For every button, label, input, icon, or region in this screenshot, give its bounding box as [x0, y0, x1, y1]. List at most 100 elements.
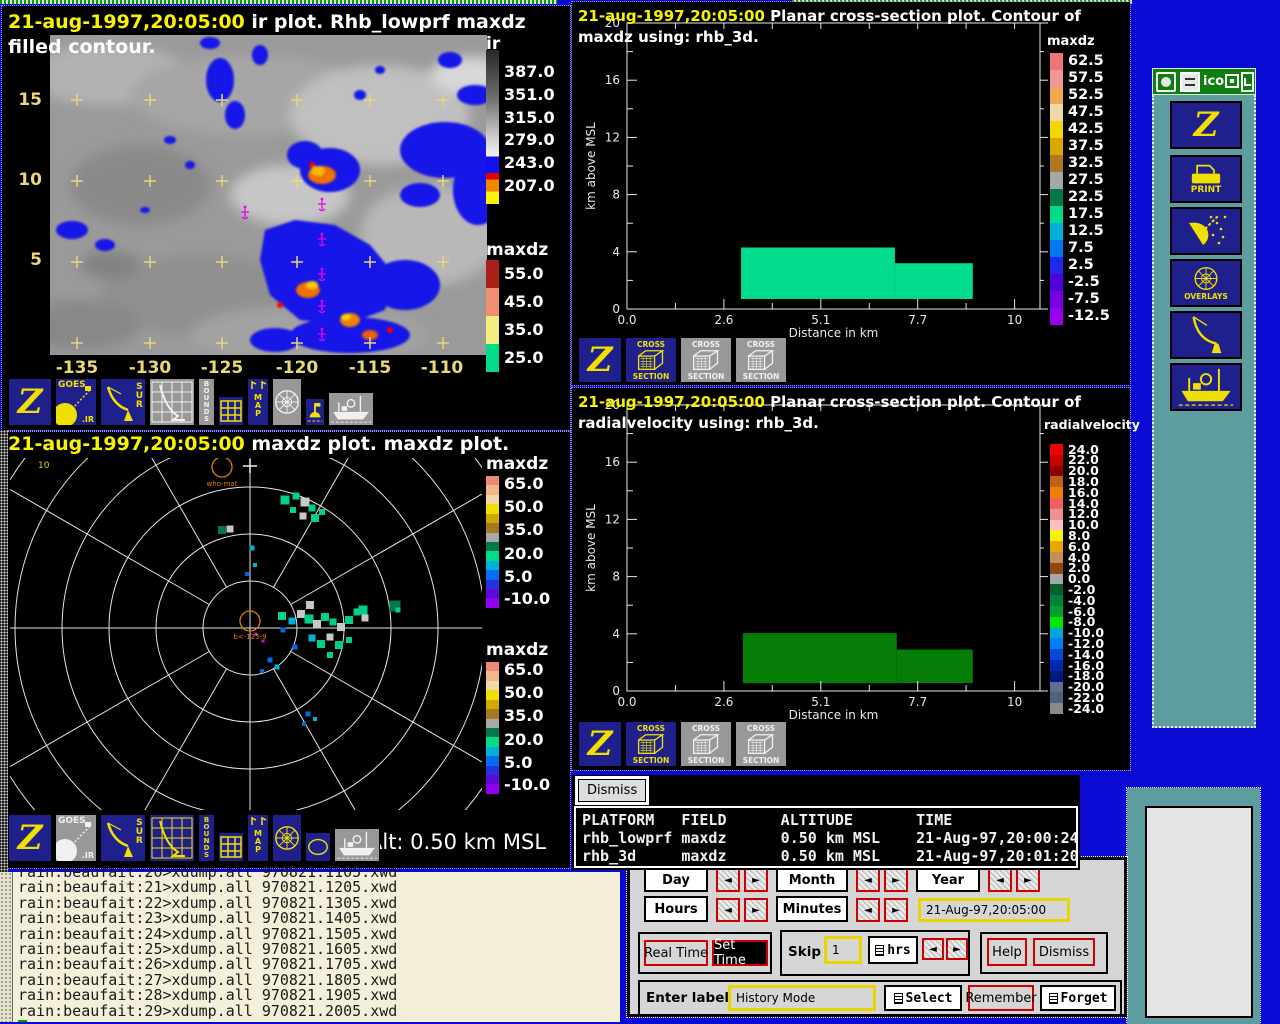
- remember-button[interactable]: Remember: [968, 985, 1034, 1011]
- grid-radar-icon[interactable]: [149, 814, 195, 862]
- latitude-label: 10: [10, 170, 42, 190]
- cross-section-icon[interactable]: CROSSSECTION: [680, 337, 732, 383]
- day-right-arrow-button[interactable]: [744, 868, 768, 892]
- time-input-field[interactable]: 21-Aug-97,20:05:00: [918, 898, 1070, 922]
- year-button[interactable]: Year: [916, 868, 980, 892]
- hours-right-arrow-button[interactable]: [744, 898, 768, 922]
- label-input-field[interactable]: History Mode: [728, 985, 876, 1011]
- menu-icon: [875, 945, 884, 956]
- cross-section-icon[interactable]: CROSSSECTION: [680, 721, 732, 767]
- xsec2-title-time: 21-aug-1997,20:05:00: [578, 393, 765, 411]
- iconify-button[interactable]: [1180, 72, 1200, 92]
- xsec2-title: 21-aug-1997,20:05:00 Planar cross-sectio…: [578, 392, 1081, 413]
- corner-window: [1127, 788, 1260, 1024]
- goes-ir-icon[interactable]: GOES.IR: [55, 378, 97, 426]
- svg-text:0.0: 0.0: [617, 695, 636, 709]
- svg-text:4: 4: [612, 245, 620, 259]
- maxdz-title-main: maxdz plot. maxdz plot.: [245, 433, 509, 455]
- ship-icon[interactable]: [334, 828, 380, 862]
- window-resize-border[interactable]: [0, 430, 8, 872]
- svg-text:Distance in km: Distance in km: [789, 326, 879, 340]
- circle-icon: [1161, 77, 1171, 87]
- cross-section-icon[interactable]: CROSSSECTION: [735, 337, 787, 383]
- month-left-arrow-button[interactable]: [856, 868, 880, 892]
- skip-units-button[interactable]: hrs: [868, 936, 918, 964]
- terminal-scrollbar[interactable]: [0, 872, 13, 1022]
- svg-text:16: 16: [605, 73, 620, 87]
- year-right-arrow-button[interactable]: [1016, 868, 1040, 892]
- zeb-logo-icon[interactable]: Z: [578, 337, 622, 383]
- zeb-logo-icon[interactable]: Z: [8, 378, 52, 426]
- cross-section-icon[interactable]: CROSSSECTION: [625, 337, 677, 383]
- goes-ir-icon[interactable]: GOES.IR: [55, 814, 97, 862]
- print-icon[interactable]: PRINT: [1170, 155, 1242, 203]
- buoy-icon[interactable]: [305, 398, 325, 426]
- select-label: Select: [906, 991, 953, 1006]
- minutes-right-arrow-button[interactable]: [884, 898, 908, 922]
- month-right-arrow-button[interactable]: [884, 868, 908, 892]
- real-time-button[interactable]: Real Time: [644, 940, 708, 966]
- radar-ppi-display: who-matb<-125-910: [10, 458, 482, 810]
- minutes-button[interactable]: Minutes: [776, 896, 848, 922]
- contour-region: [741, 248, 895, 300]
- radar-sur-icon[interactable]: SUR: [100, 814, 146, 862]
- select-button[interactable]: Select: [884, 985, 962, 1011]
- zoom-button[interactable]: [1241, 72, 1254, 92]
- set-time-button[interactable]: Set Time: [712, 940, 768, 966]
- longitude-label: -135: [49, 358, 105, 378]
- longitude-label: -130: [122, 358, 178, 378]
- cross-section-icon[interactable]: CROSSSECTION: [735, 721, 787, 767]
- zeb-logo-icon[interactable]: Z: [1170, 101, 1242, 149]
- dismiss-button[interactable]: Dismiss: [578, 779, 646, 802]
- maxdz-window-title: 21-aug-1997,20:05:00 maxdz plot. maxdz p…: [8, 432, 509, 456]
- compass-icon[interactable]: [272, 814, 302, 862]
- time-control-dialog: Day Month Year Hours Minutes 21-Aug-97,2…: [627, 857, 1127, 1017]
- maxdz-title-time: 21-aug-1997,20:05:00: [8, 433, 245, 455]
- satellite-image: [50, 35, 487, 355]
- grid-radar-icon[interactable]: [149, 378, 195, 426]
- hours-button[interactable]: Hours: [644, 896, 708, 922]
- minutes-left-arrow-button[interactable]: [856, 898, 880, 922]
- radar-sur-icon[interactable]: SUR: [100, 378, 146, 426]
- xsec2-title-line2: radialvelocity using: rhb_3d.: [578, 414, 819, 432]
- grid-small-icon[interactable]: [218, 396, 244, 426]
- ir-toolbar: ZGOES.IRSUR BOUNDS MAP: [8, 376, 374, 426]
- enter-label-text: Enter label:: [646, 990, 734, 1006]
- radar-dish-icon[interactable]: [1170, 311, 1242, 359]
- map-icon[interactable]: MAP: [247, 378, 269, 426]
- spray-icon[interactable]: [1170, 207, 1242, 255]
- skip-input-field[interactable]: 1: [824, 936, 862, 964]
- month-button[interactable]: Month: [776, 868, 848, 892]
- circle-icon[interactable]: [305, 832, 331, 862]
- forget-button[interactable]: Forget: [1040, 985, 1116, 1011]
- compass-icon[interactable]: [272, 378, 302, 426]
- grid-small-icon[interactable]: [218, 832, 244, 862]
- day-button[interactable]: Day: [644, 868, 708, 892]
- skip-right-arrow-button[interactable]: [946, 938, 968, 960]
- skip-left-arrow-button[interactable]: [922, 938, 944, 960]
- resize-button[interactable]: [1225, 74, 1239, 88]
- year-left-arrow-button[interactable]: [988, 868, 1012, 892]
- window-menu-button[interactable]: [1156, 72, 1176, 92]
- xsec2-toolbar: ZCROSSSECTIONCROSSSECTIONCROSSSECTION: [578, 720, 787, 767]
- help-button[interactable]: Help: [987, 938, 1027, 966]
- zeb-logo-icon[interactable]: Z: [578, 721, 622, 767]
- hours-left-arrow-button[interactable]: [716, 898, 740, 922]
- zeb-logo-icon[interactable]: Z: [8, 814, 52, 862]
- svg-text:7.7: 7.7: [908, 313, 927, 327]
- ship-icon[interactable]: [1170, 363, 1242, 411]
- dialog-dismiss-button[interactable]: Dismiss: [1033, 938, 1095, 966]
- svg-text:2.6: 2.6: [714, 695, 733, 709]
- map-icon[interactable]: MAP: [247, 814, 269, 862]
- page-icon: [894, 993, 903, 1004]
- svg-text:5.1: 5.1: [811, 695, 830, 709]
- day-left-arrow-button[interactable]: [716, 868, 740, 892]
- ship-icon[interactable]: [328, 392, 374, 426]
- overlays-icon[interactable]: OVERLAYS: [1170, 259, 1242, 307]
- bounds-icon[interactable]: BOUNDS: [198, 814, 215, 862]
- cross-section-icon[interactable]: CROSSSECTION: [625, 721, 677, 767]
- bounds-icon[interactable]: BOUNDS: [198, 378, 215, 426]
- svg-text:10: 10: [38, 461, 50, 471]
- skip-label: Skip: [788, 944, 821, 960]
- terminal-window[interactable]: rain:beaufait:20>xdump.all 970821.1105.x…: [0, 872, 620, 1022]
